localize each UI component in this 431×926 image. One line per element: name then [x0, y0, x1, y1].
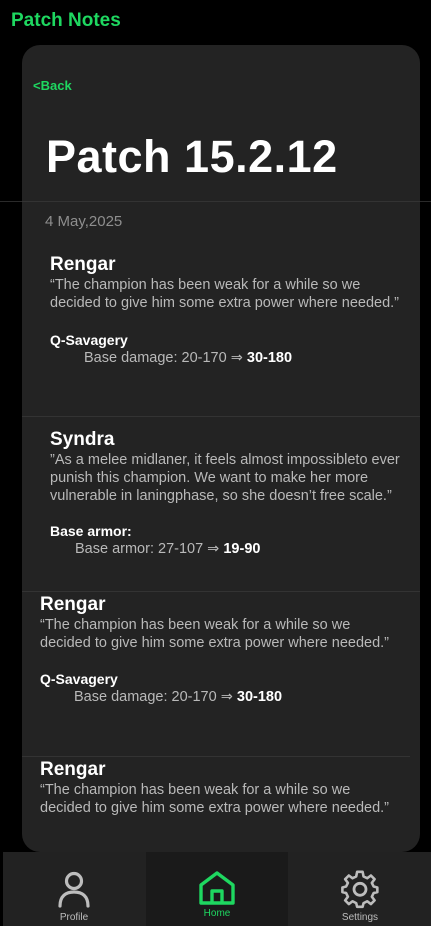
- patch-entry: Rengar “The champion has been weak for a…: [40, 594, 390, 706]
- entry-divider: [22, 591, 420, 592]
- home-icon: [199, 871, 235, 905]
- entry-divider: [22, 756, 410, 757]
- patch-card: <Back Patch 15.2.12 4 May,2025 Rengar “T…: [22, 45, 420, 852]
- entry-divider: [22, 416, 420, 417]
- stat-old: Base damage: 20-170 ⇒: [74, 689, 237, 705]
- entry-quote: “The champion has been weak for a while …: [50, 277, 399, 311]
- nav-item-profile[interactable]: Profile: [3, 852, 145, 926]
- stat-name: Q-Savagery: [40, 671, 118, 687]
- bottom-nav: Profile Home Settings: [3, 852, 431, 926]
- stat-old: Base damage: 20-170 ⇒: [84, 350, 247, 366]
- stat-name: Base armor:: [50, 523, 132, 539]
- patch-date: 4 May,2025: [45, 213, 123, 230]
- champion-name: Rengar: [50, 254, 116, 275]
- back-link[interactable]: <Back: [33, 78, 72, 93]
- stat-name: Q-Savagery: [50, 332, 128, 348]
- stat-change: Base armor: 27-107 ⇒ 19-90: [50, 540, 400, 558]
- gear-icon: [341, 870, 379, 909]
- nav-item-settings[interactable]: Settings: [289, 852, 431, 926]
- nav-item-home[interactable]: Home: [146, 852, 288, 926]
- entry-quote: “The champion has been weak for a while …: [40, 782, 389, 816]
- stat-change: Base damage: 20-170 ⇒ 30-180: [50, 349, 400, 367]
- stat-new: 30-180: [236, 689, 283, 705]
- app-title: Patch Notes: [11, 10, 121, 31]
- stat-new: 30-180: [246, 350, 293, 366]
- person-icon: [58, 871, 90, 908]
- title-divider: [22, 201, 420, 202]
- champion-name: Rengar: [40, 594, 106, 615]
- champion-name: Syndra: [50, 429, 115, 450]
- champion-name: Rengar: [40, 759, 106, 780]
- patch-entry: Rengar “The champion has been weak for a…: [50, 254, 400, 367]
- nav-label: Profile: [59, 912, 89, 923]
- stat-old: Base armor: 27-107 ⇒: [75, 541, 224, 557]
- stat-change: Base damage: 20-170 ⇒ 30-180: [40, 688, 390, 706]
- entry-quote: ”As a melee midlaner, it feels almost im…: [50, 452, 400, 504]
- patch-entry: Syndra ”As a melee midlaner, it feels al…: [50, 429, 400, 558]
- nav-label: Home: [203, 908, 231, 919]
- entry-quote: “The champion has been weak for a while …: [40, 617, 389, 651]
- patch-title: Patch 15.2.12: [46, 131, 338, 182]
- patch-entry: Rengar “The champion has been weak for a…: [40, 759, 390, 817]
- stat-new: 19-90: [223, 541, 261, 557]
- nav-label: Settings: [341, 912, 379, 923]
